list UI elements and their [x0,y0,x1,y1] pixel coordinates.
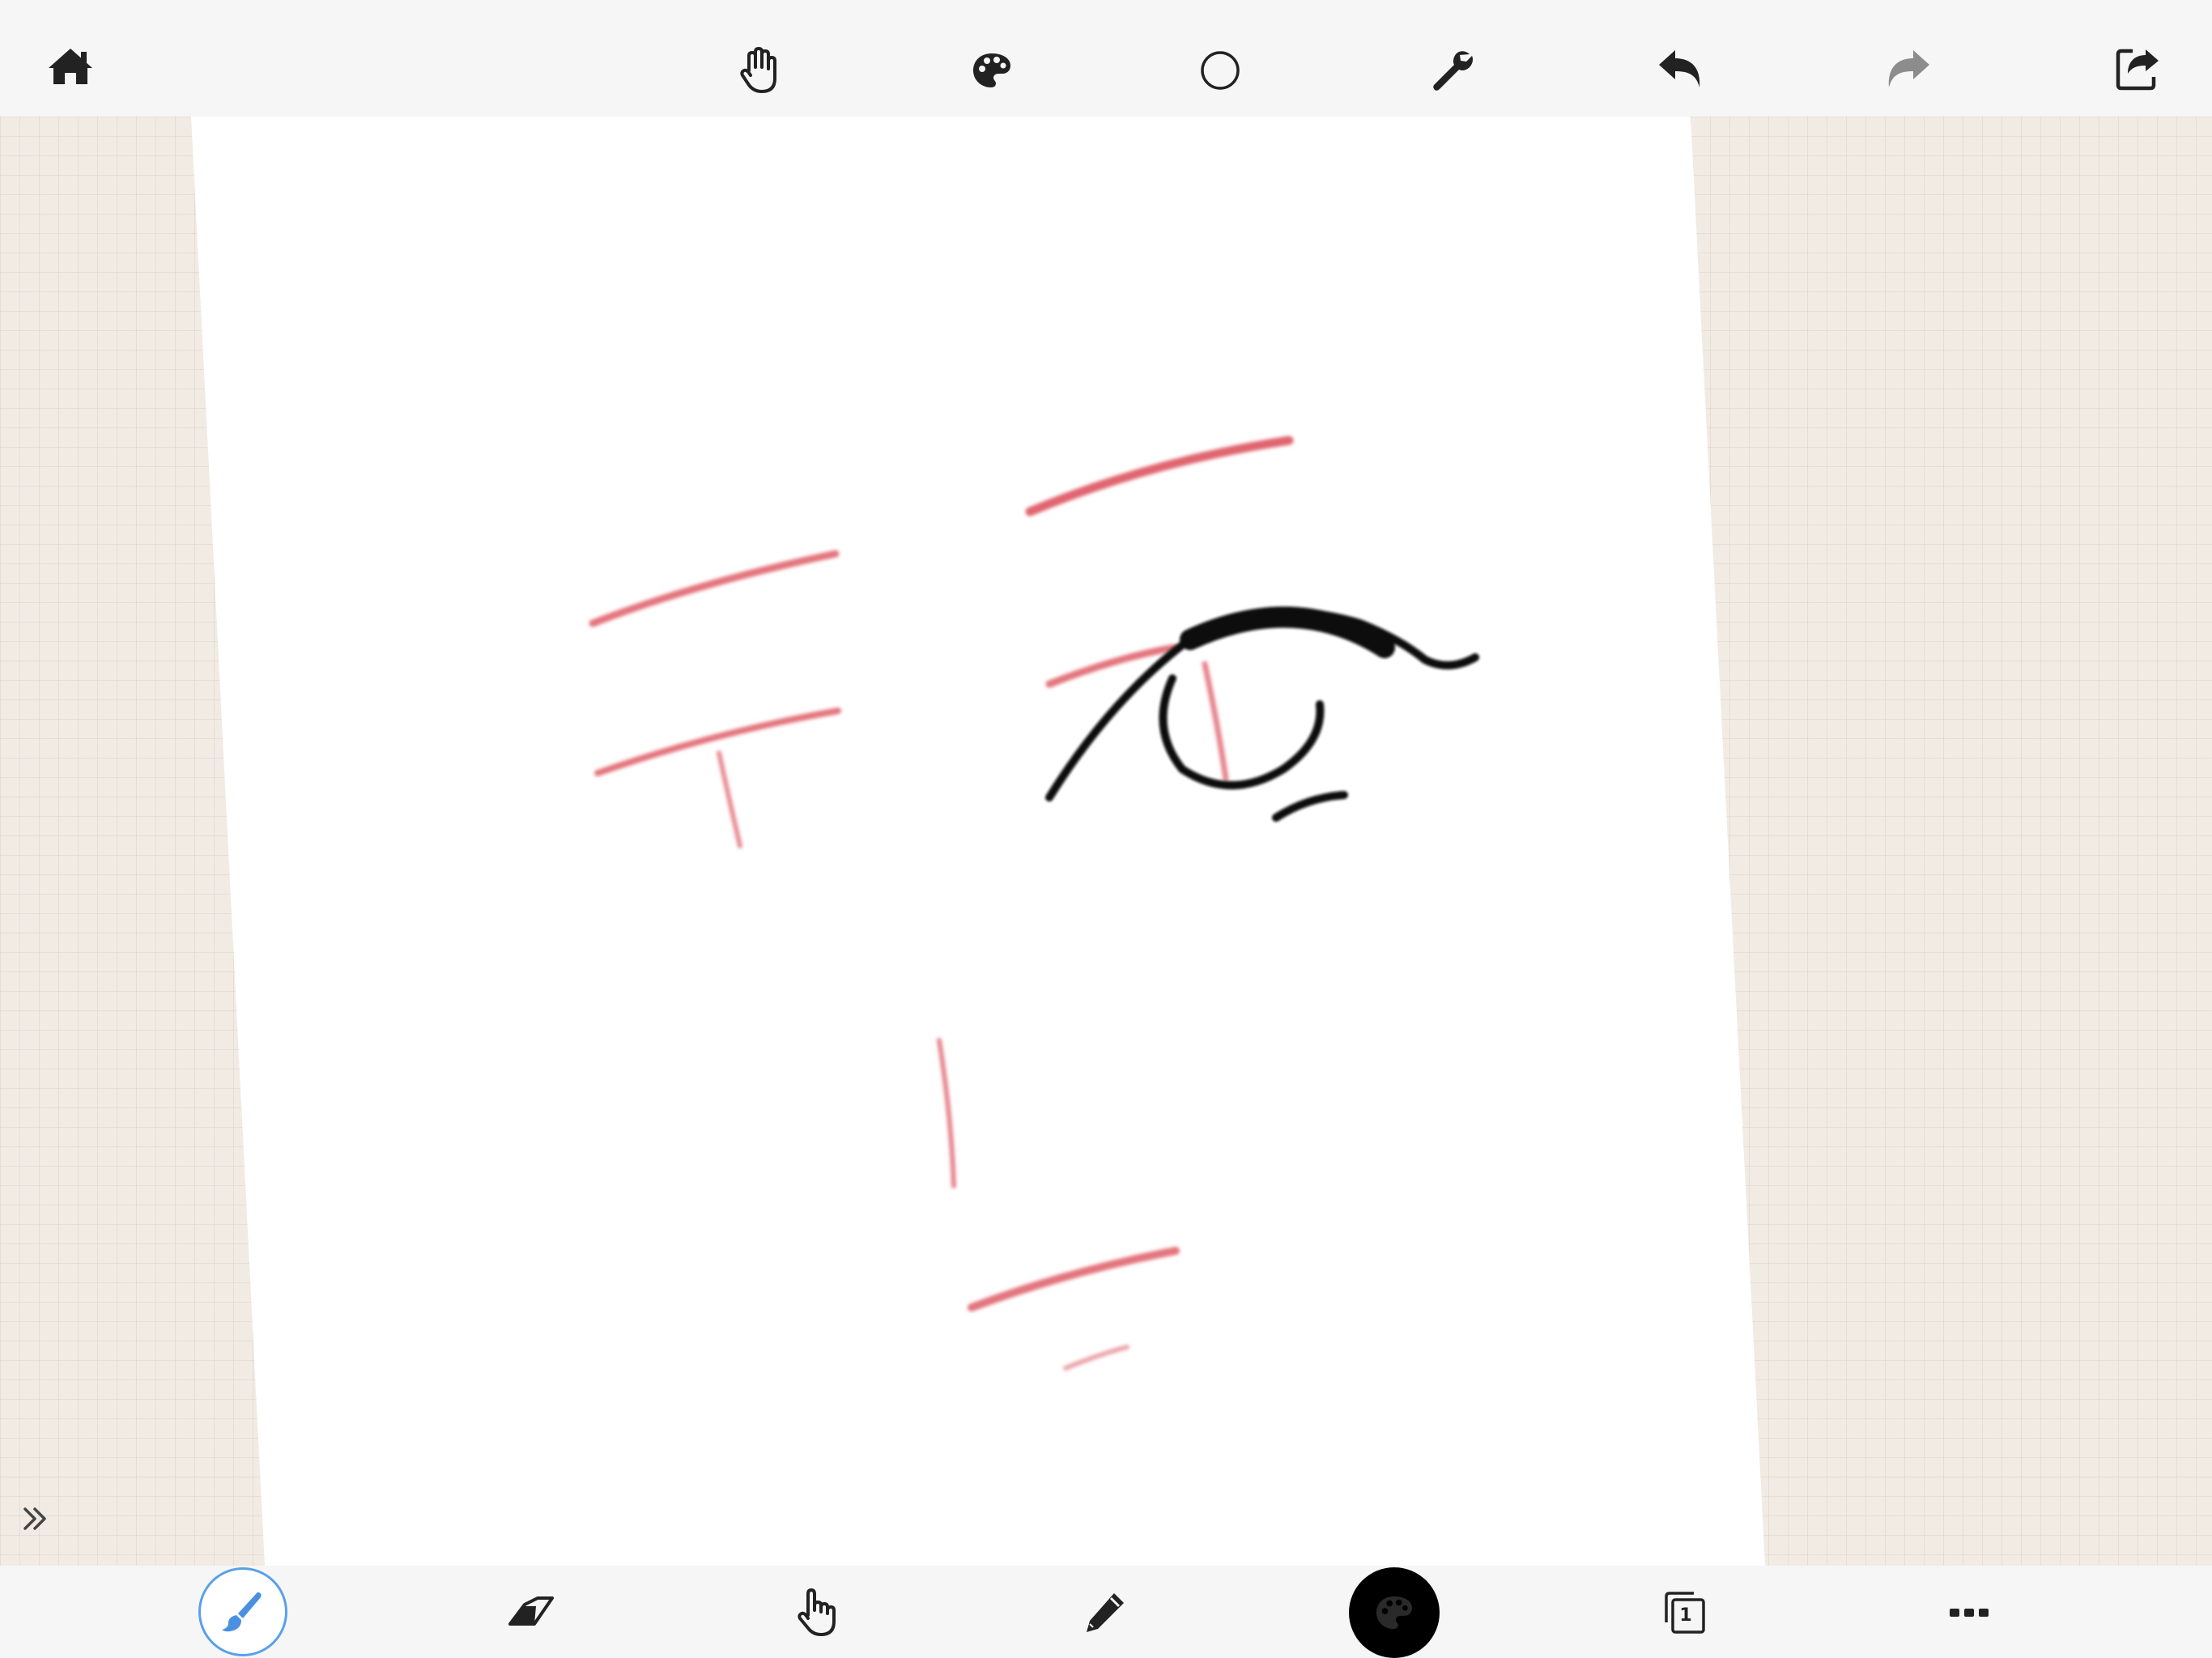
palette-button[interactable] [963,42,1020,99]
more-icon [1950,1609,1989,1617]
brush-tool-button[interactable] [198,1567,287,1656]
palette-icon [973,53,1010,87]
expand-panel-button[interactable] [15,1501,55,1537]
drawing-app: 1 [0,0,2212,1658]
shape-tool-button[interactable] [1192,42,1249,99]
canvas-sheet [191,117,1765,1566]
hand-icon [740,47,776,93]
circle-icon [1201,51,1240,90]
layers-button[interactable]: 1 [1652,1580,1716,1645]
wrench-icon [1433,51,1473,91]
bottom-toolbar: 1 [0,1566,2212,1658]
home-button[interactable] [42,38,99,95]
top-toolbar [0,0,2212,117]
layers-icon: 1 [1661,1590,1707,1635]
more-options-button[interactable] [1938,1582,2000,1643]
color-picker-button[interactable] [1349,1567,1440,1658]
pencil-icon [1087,1593,1124,1632]
undo-icon [1659,50,1700,87]
layer-count: 1 [1679,1605,1692,1626]
share-button[interactable] [2110,40,2167,97]
pointer-hand-icon [798,1588,836,1636]
settings-button[interactable] [1423,42,1480,99]
palette-icon [1376,1596,1412,1630]
share-icon [2116,49,2159,91]
hand-tool-button[interactable] [730,42,787,99]
double-chevron-right-icon [23,1507,46,1530]
pencil-tool-button[interactable] [1074,1582,1135,1643]
smudge-tool-button[interactable] [785,1582,847,1643]
redo-icon [1888,50,1929,87]
eraser-icon [508,1596,554,1626]
drawing-canvas[interactable] [0,0,2212,1658]
redo-button[interactable] [1880,40,1937,97]
eraser-tool-button[interactable] [500,1582,562,1643]
undo-button[interactable] [1652,40,1708,97]
brush-icon [222,1592,262,1632]
home-icon [49,49,92,84]
